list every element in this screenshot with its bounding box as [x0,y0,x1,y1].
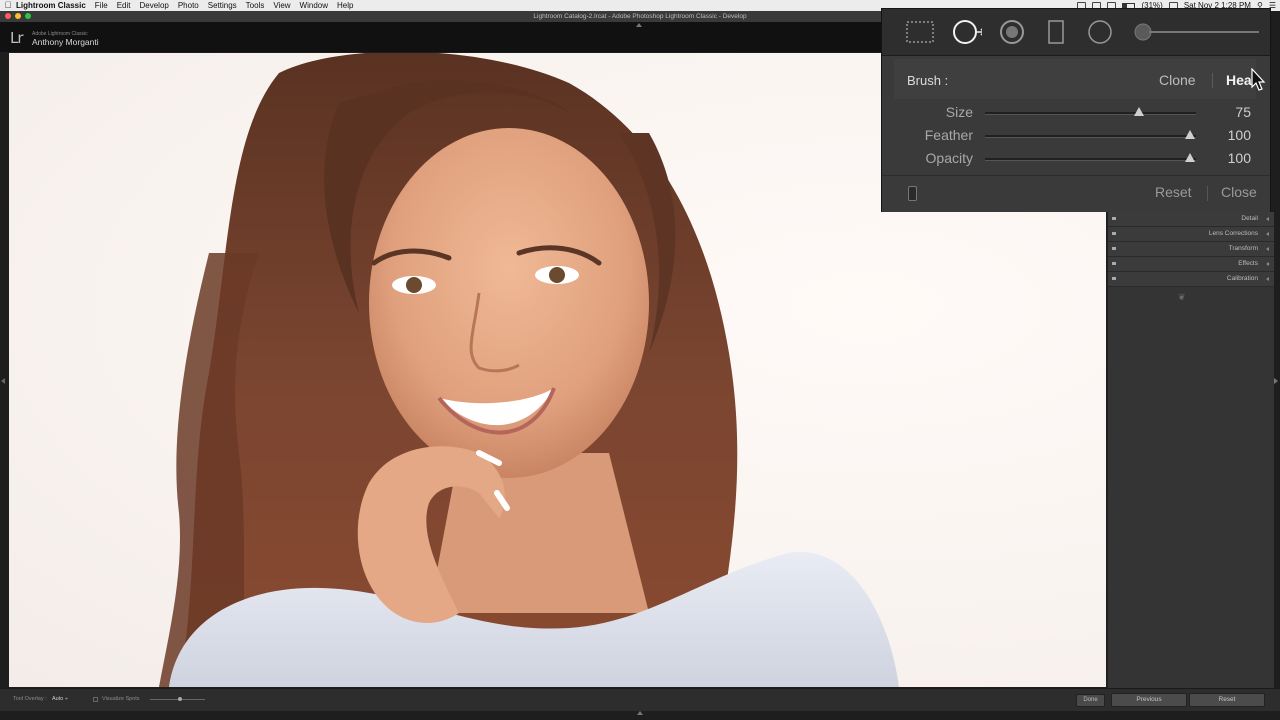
menu-app-name[interactable]: Lightroom Classic [16,0,86,11]
opacity-slider-track[interactable] [985,158,1196,161]
adjustment-brush-icon [1134,23,1259,41]
tool-strip [882,9,1270,56]
size-slider-thumb[interactable] [1134,107,1145,116]
clone-mode-button[interactable]: Clone [1159,72,1196,88]
tool-overlay-label: Tool Overlay : [13,696,47,702]
crop-overlay-tool[interactable] [904,17,936,47]
menu-settings[interactable]: Settings [208,0,237,11]
menu-view[interactable]: View [273,0,290,11]
feather-value[interactable]: 100 [1228,127,1251,143]
disclosure-triangle-icon [1266,217,1269,221]
top-panel-toggle-icon[interactable] [636,23,642,27]
panel-switch-icon[interactable] [1112,277,1116,280]
identity-plate: Lr Adobe Lightroom Classic Anthony Morga… [0,22,885,52]
red-eye-icon [1000,20,1024,44]
spot-removal-panel: Brush : Clone Heal Size 75 Feather 100 O… [881,8,1271,212]
red-eye-tool[interactable] [996,17,1028,47]
menu-help[interactable]: Help [337,0,353,11]
disclosure-triangle-icon [1266,247,1269,251]
size-label: Size [945,104,973,120]
feather-slider-row: Feather 100 [894,124,1256,146]
reset-all-button[interactable]: Reset [1189,693,1265,707]
menu-develop[interactable]: Develop [139,0,168,11]
left-panel-toggle-icon[interactable] [1,378,5,384]
opacity-slider-thumb[interactable] [1184,153,1195,162]
filmstrip-toggle-icon[interactable] [637,711,643,715]
right-panel-toggle-icon[interactable] [1274,378,1278,384]
size-slider-row: Size 75 [894,101,1256,123]
opacity-slider-row: Opacity 100 [894,147,1256,169]
window-title-bar: Lightroom Catalog-2.lrcat - Adobe Photos… [0,11,885,22]
mouse-cursor-icon [1251,68,1266,91]
panel-transform[interactable]: Transform [1108,242,1274,257]
radial-filter-tool[interactable] [1084,17,1116,47]
visualize-threshold-thumb[interactable] [178,697,182,701]
panel-transform-label: Transform [1228,245,1258,252]
brush-mode-section: Brush : Clone Heal [894,59,1256,99]
bottom-toolbar: Tool Overlay : Auto ÷ Visualize Spots Do… [0,688,1280,711]
graduated-filter-tool[interactable] [1040,17,1072,47]
adjustment-brush-tool[interactable] [1127,17,1262,47]
size-value[interactable]: 75 [1235,104,1251,120]
panel-calibration-label: Calibration [1226,275,1258,282]
previous-button[interactable]: Previous [1111,693,1187,707]
right-panel: Detail Lens Corrections Transform Effect… [1107,212,1274,688]
feather-label: Feather [924,127,973,143]
feather-slider-track[interactable] [985,135,1196,138]
menu-edit[interactable]: Edit [117,0,131,11]
apple-menu-icon[interactable]:  [0,0,16,11]
lightroom-logo: Lr [10,29,23,47]
feather-slider-thumb[interactable] [1184,130,1195,139]
crop-icon [906,21,934,43]
panel-lens-corrections-label: Lens Corrections [1208,230,1258,237]
visualize-spots-checkbox[interactable] [93,697,98,702]
disclosure-triangle-icon [1266,262,1269,266]
spot-panel-footer: Reset Close [882,175,1270,212]
footer-divider [1207,186,1208,201]
spot-removal-icon [953,20,982,44]
opacity-label: Opacity [925,150,973,166]
menu-window[interactable]: Window [300,0,328,11]
disclosure-triangle-icon [1266,232,1269,236]
mode-divider [1212,73,1213,88]
spot-removal-tool[interactable] [950,17,982,47]
panel-switch-icon[interactable] [1112,232,1116,235]
panel-detail[interactable]: Detail [1108,212,1274,227]
panel-calibration[interactable]: Calibration [1108,272,1274,287]
panel-lens-corrections[interactable]: Lens Corrections [1108,227,1274,242]
radial-filter-icon [1088,20,1112,44]
visualize-spots-label: Visualize Spots [102,696,140,702]
brush-label: Brush : [907,73,949,88]
tool-overlay-select[interactable]: Auto ÷ [52,696,68,702]
panel-switch-icon[interactable] [1112,217,1116,220]
graduated-filter-icon [1048,20,1064,44]
panel-switch-icon[interactable] [1112,247,1116,250]
panel-switch-icon[interactable] [908,186,917,201]
panel-effects[interactable]: Effects [1108,257,1274,272]
size-slider-track[interactable] [985,112,1196,115]
menu-photo[interactable]: Photo [178,0,199,11]
identity-name: Anthony Morganti [32,37,99,47]
reset-button[interactable]: Reset [1155,184,1192,200]
menu-tools[interactable]: Tools [246,0,265,11]
panel-effects-label: Effects [1238,260,1258,267]
opacity-value[interactable]: 100 [1228,150,1251,166]
panel-switch-icon[interactable] [1112,262,1116,265]
panel-end-ornament-icon: ❦ [1178,292,1187,302]
close-button[interactable]: Close [1221,184,1257,200]
menu-file[interactable]: File [95,0,108,11]
disclosure-triangle-icon [1266,277,1269,281]
panel-detail-label: Detail [1241,215,1258,222]
done-button[interactable]: Done [1076,694,1105,707]
